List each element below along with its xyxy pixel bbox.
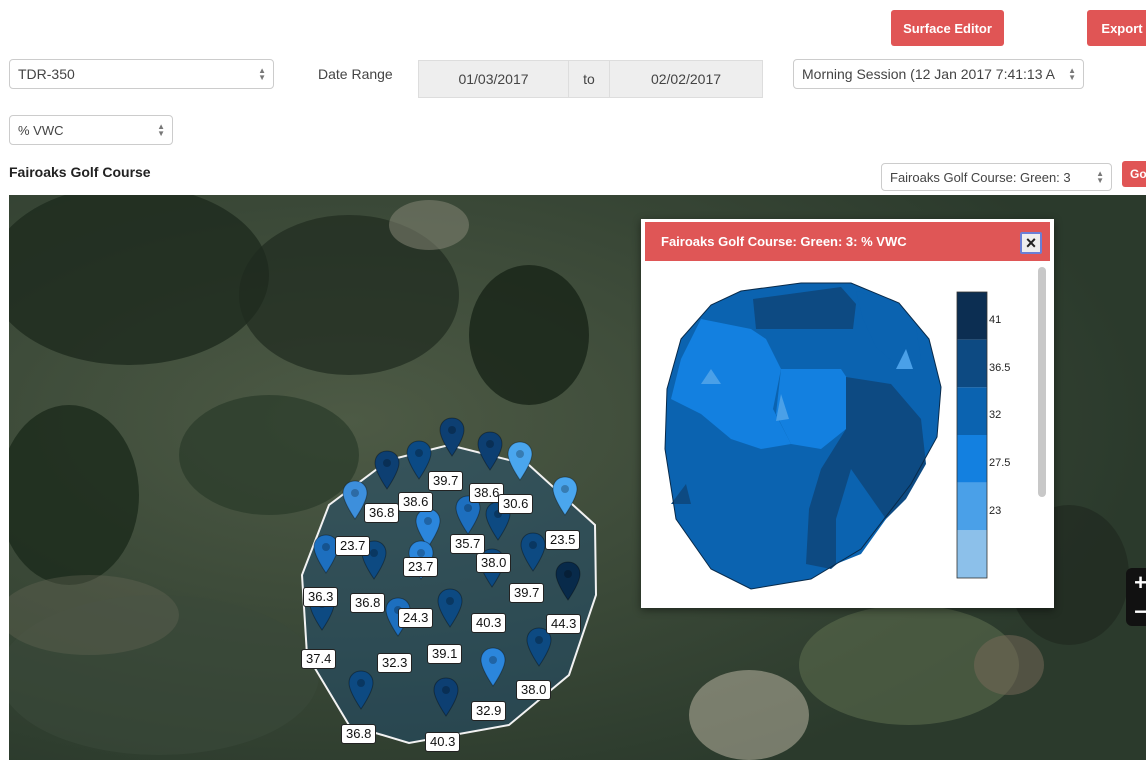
course-title: Fairoaks Golf Course [9, 164, 151, 180]
device-select-value: TDR-350 [18, 66, 75, 82]
map-pin-icon[interactable] [439, 417, 465, 457]
map-pin-icon[interactable] [477, 431, 503, 471]
reading-label: 39.7 [509, 583, 545, 603]
select-arrows-icon: ▲ ▼ [1068, 66, 1076, 82]
select-arrows-icon: ▲ ▼ [157, 122, 165, 138]
legend-tick-label: 36.5 [989, 361, 1011, 374]
date-range-label: Date Range [318, 66, 393, 82]
popup-scrollbar[interactable] [1038, 267, 1046, 497]
map-pin-icon[interactable] [520, 532, 546, 572]
surface-editor-button[interactable]: Surface Editor [891, 10, 1004, 46]
reading-label: 38.0 [516, 680, 552, 700]
map-pin-icon[interactable] [348, 670, 374, 710]
color-legend [956, 291, 988, 579]
date-to-value: 02/02/2017 [650, 71, 722, 87]
session-select[interactable]: Morning Session (12 Jan 2017 7:41:13 A ▲… [793, 59, 1084, 89]
reading-label: 32.9 [471, 701, 507, 721]
map-pin-icon[interactable] [437, 588, 463, 628]
select-arrows-icon: ▲ ▼ [1096, 169, 1104, 185]
metric-select[interactable]: % VWC ▲ ▼ [9, 115, 173, 145]
map-pin-icon[interactable] [374, 450, 400, 490]
legend-swatch [957, 292, 987, 340]
zoom-in-button[interactable]: + [1126, 568, 1146, 597]
legend-swatch [957, 339, 987, 388]
legend-tick-label: 27.5 [989, 456, 1011, 469]
reading-label: 36.8 [341, 724, 377, 744]
reading-label: 24.3 [398, 608, 434, 628]
zoom-out-button[interactable]: − [1126, 597, 1146, 626]
legend-swatch [957, 387, 987, 435]
reading-label: 30.6 [498, 494, 534, 514]
date-from-value: 01/03/2017 [458, 71, 529, 87]
export-button[interactable]: Export [1087, 10, 1146, 46]
reading-label: 23.5 [545, 530, 581, 550]
map-pin-icon[interactable] [480, 647, 506, 687]
green-select[interactable]: Fairoaks Golf Course: Green: 3 ▲ ▼ [881, 163, 1112, 191]
green-select-value: Fairoaks Golf Course: Green: 3 [890, 169, 1071, 185]
select-arrows-icon: ▲ ▼ [258, 66, 266, 82]
contour-popup: Fairoaks Golf Course: Green: 3: % VWC × … [641, 219, 1054, 608]
reading-label: 36.3 [303, 587, 339, 607]
reading-label: 32.3 [377, 653, 413, 673]
reading-label: 36.8 [350, 593, 386, 613]
map-pin-icon[interactable] [433, 677, 459, 717]
map-pin-icon[interactable] [552, 476, 578, 516]
legend-swatch [957, 482, 987, 531]
reading-label: 44.3 [546, 614, 582, 634]
legend-swatch [957, 530, 987, 578]
reading-label: 36.8 [364, 503, 400, 523]
reading-label: 23.7 [335, 536, 371, 556]
date-to-input[interactable]: 02/02/2017 [609, 60, 763, 98]
date-to-separator: to [568, 60, 610, 98]
legend-swatch [957, 435, 987, 483]
reading-label: 40.3 [425, 732, 461, 752]
device-select[interactable]: TDR-350 ▲ ▼ [9, 59, 274, 89]
date-to-label: to [583, 71, 595, 87]
legend-tick-label: 32 [989, 409, 1002, 422]
reading-label: 37.4 [301, 649, 337, 669]
reading-label: 39.1 [427, 644, 463, 664]
map-pin-icon[interactable] [555, 561, 581, 601]
reading-label: 39.7 [428, 471, 464, 491]
reading-label: 38.6 [398, 492, 434, 512]
session-select-value: Morning Session (12 Jan 2017 7:41:13 A [802, 66, 1055, 82]
reading-label: 38.0 [476, 553, 512, 573]
metric-select-value: % VWC [18, 122, 64, 138]
reading-label: 35.7 [450, 534, 486, 554]
legend-tick-label: 23 [989, 504, 1002, 517]
date-from-input[interactable]: 01/03/2017 [418, 60, 569, 98]
legend-tick-label: 41 [989, 313, 1002, 326]
map-pin-icon[interactable] [507, 441, 533, 481]
reading-label: 23.7 [403, 557, 439, 577]
go-button[interactable]: Go [1122, 161, 1146, 187]
reading-label: 40.3 [471, 613, 507, 633]
